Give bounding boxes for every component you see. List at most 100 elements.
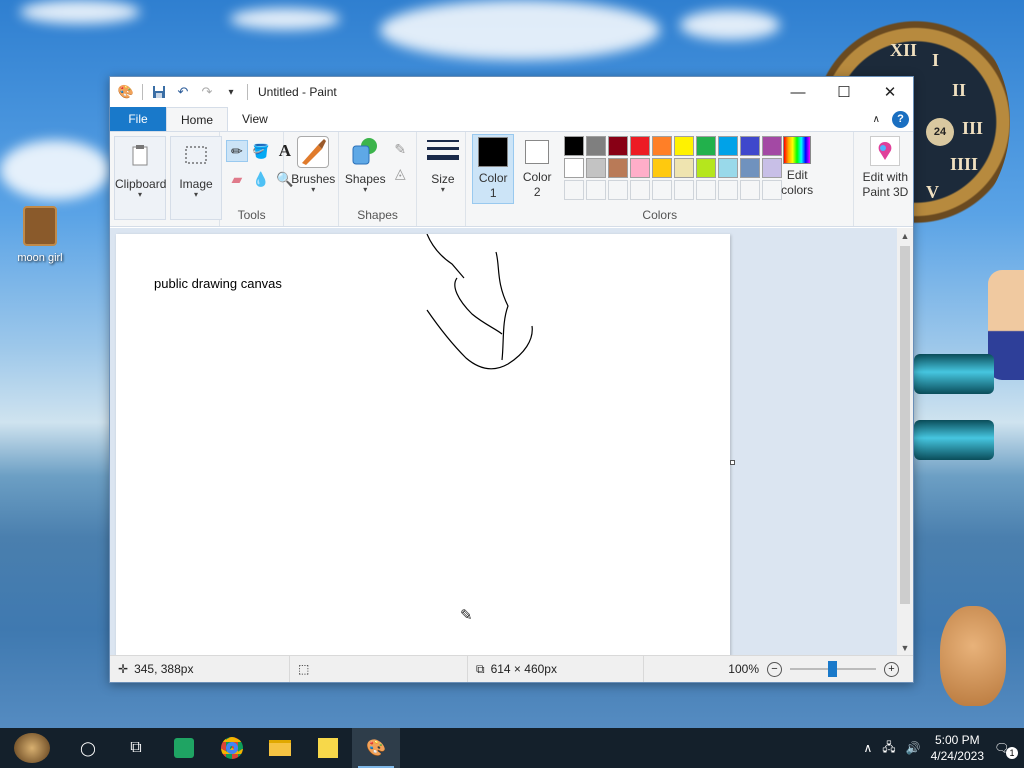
cloud: [380, 0, 660, 60]
color-swatch[interactable]: [586, 180, 607, 200]
color-swatch[interactable]: [608, 136, 629, 156]
brushes-button[interactable]: Brushes ▾: [286, 136, 340, 206]
color-swatch[interactable]: [652, 136, 673, 156]
taskbar-clock[interactable]: 5:00 PM 4/24/2023: [931, 732, 984, 764]
scroll-up-icon[interactable]: ▲: [897, 228, 913, 244]
outline-icon[interactable]: ✎: [389, 138, 411, 160]
color1-button[interactable]: Color 1: [472, 134, 515, 204]
help-icon[interactable]: ?: [892, 110, 909, 128]
scrollbar-thumb[interactable]: [900, 246, 910, 604]
customize-toolbar-icon[interactable]: ▾: [223, 84, 239, 100]
quick-access-toolbar: 🎨 ↶ ↷ ▾: [110, 84, 248, 100]
task-view-icon[interactable]: ⧉: [112, 728, 160, 768]
color-swatch[interactable]: [608, 158, 629, 178]
color-swatch[interactable]: [740, 158, 761, 178]
color-swatch[interactable]: [696, 136, 717, 156]
minimize-button[interactable]: —: [775, 77, 821, 107]
network-icon[interactable]: 🖧: [882, 738, 895, 759]
paint-taskbar-icon[interactable]: 🎨: [352, 728, 400, 768]
color-swatch[interactable]: [608, 180, 629, 200]
color-swatch[interactable]: [718, 180, 739, 200]
paint3d-icon: [870, 136, 901, 166]
sticky-notes-icon[interactable]: [304, 728, 352, 768]
zoom-in-button[interactable]: +: [884, 661, 899, 677]
maximize-button[interactable]: ☐: [821, 77, 867, 107]
drawing-canvas[interactable]: public drawing canvas ✎: [116, 234, 730, 656]
cloud: [0, 140, 110, 200]
vertical-scrollbar[interactable]: ▲ ▼: [897, 228, 913, 656]
color-swatch[interactable]: [674, 180, 695, 200]
clock-time: 5:00 PM: [934, 733, 980, 747]
save-icon[interactable]: [151, 84, 167, 100]
chevron-down-icon: ▾: [137, 190, 142, 199]
edit-colors-button[interactable]: Edit colors: [778, 134, 816, 204]
scroll-down-icon[interactable]: ▼: [897, 640, 913, 656]
cannon-decoration: [914, 420, 994, 460]
color-swatch[interactable]: [586, 136, 607, 156]
eraser-icon[interactable]: ▰: [226, 168, 248, 190]
clock-numeral: II: [952, 80, 967, 100]
clipboard-image-group: Clipboard ▾ Image ▾: [110, 132, 222, 226]
color-swatch[interactable]: [630, 158, 651, 178]
color-swatch[interactable]: [740, 180, 761, 200]
size-button[interactable]: Size ▾: [421, 136, 465, 206]
search-icon[interactable]: ◯: [64, 728, 112, 768]
tab-file[interactable]: File: [110, 107, 166, 131]
shapes-label: Shapes: [344, 172, 386, 186]
clipboard-button[interactable]: Clipboard ▾: [114, 136, 166, 220]
color-swatch[interactable]: [718, 136, 739, 156]
colors-group-label: Colors: [642, 208, 678, 222]
edit-with-paint3d-button[interactable]: Edit with Paint 3D: [856, 134, 914, 204]
color-swatch[interactable]: [696, 158, 717, 178]
color-swatch[interactable]: [652, 158, 673, 178]
notifications-button[interactable]: 🗨 1: [994, 741, 1018, 759]
zoom-out-button[interactable]: −: [767, 661, 782, 677]
chevron-down-icon: ▾: [363, 185, 368, 194]
pencil-cursor-icon: ✎: [460, 607, 473, 624]
size-label: Size: [431, 172, 455, 186]
color-picker-icon[interactable]: 💧: [250, 168, 272, 190]
color-swatch[interactable]: [564, 158, 585, 178]
clock-date: 4/24/2023: [930, 749, 984, 763]
color-swatch[interactable]: [740, 136, 761, 156]
canvas-resize-handle[interactable]: [730, 460, 735, 465]
undo-icon[interactable]: ↶: [175, 84, 191, 100]
zoom-slider-knob[interactable]: [828, 661, 837, 677]
color-swatch[interactable]: [696, 180, 717, 200]
sheets-app-icon[interactable]: [160, 728, 208, 768]
volume-icon[interactable]: 🔊: [906, 741, 921, 755]
clipboard-icon: [124, 141, 156, 173]
color-swatch[interactable]: [718, 158, 739, 178]
brushes-label: Brushes: [291, 172, 336, 186]
separator: [247, 84, 248, 100]
clock-dial: 24: [926, 118, 954, 146]
fill-icon[interactable]: 🪣: [250, 140, 272, 162]
color2-button[interactable]: Color 2: [518, 134, 556, 204]
close-button[interactable]: ✕: [867, 77, 913, 107]
color-swatch[interactable]: [674, 136, 695, 156]
color-swatch[interactable]: [630, 136, 651, 156]
redo-icon[interactable]: ↷: [199, 84, 215, 100]
color-swatch[interactable]: [630, 180, 651, 200]
paint-app-icon[interactable]: 🎨: [118, 84, 134, 100]
tab-home[interactable]: Home: [166, 107, 229, 131]
show-hidden-icons-icon[interactable]: ∧: [863, 741, 872, 755]
color-swatch[interactable]: [674, 158, 695, 178]
color-swatch[interactable]: [652, 180, 673, 200]
desktop-icon-moon-girl[interactable]: moon girl: [8, 206, 72, 264]
file-explorer-icon[interactable]: [256, 728, 304, 768]
start-button[interactable]: [0, 728, 64, 768]
canvas-strokes: [426, 234, 533, 370]
shape-fill-icon[interactable]: ◬: [389, 162, 411, 184]
collapse-ribbon-icon[interactable]: ∧: [873, 114, 880, 125]
tab-view[interactable]: View: [228, 107, 282, 131]
color-swatch[interactable]: [564, 180, 585, 200]
shapes-button[interactable]: Shapes ▾: [343, 136, 387, 206]
pencil-icon[interactable]: ✏: [225, 140, 248, 162]
image-button[interactable]: Image ▾: [170, 136, 222, 220]
color-swatch[interactable]: [564, 136, 585, 156]
chrome-icon[interactable]: [208, 728, 256, 768]
zoom-slider[interactable]: [790, 661, 876, 677]
chevron-down-icon: ▾: [440, 185, 445, 194]
color-swatch[interactable]: [586, 158, 607, 178]
